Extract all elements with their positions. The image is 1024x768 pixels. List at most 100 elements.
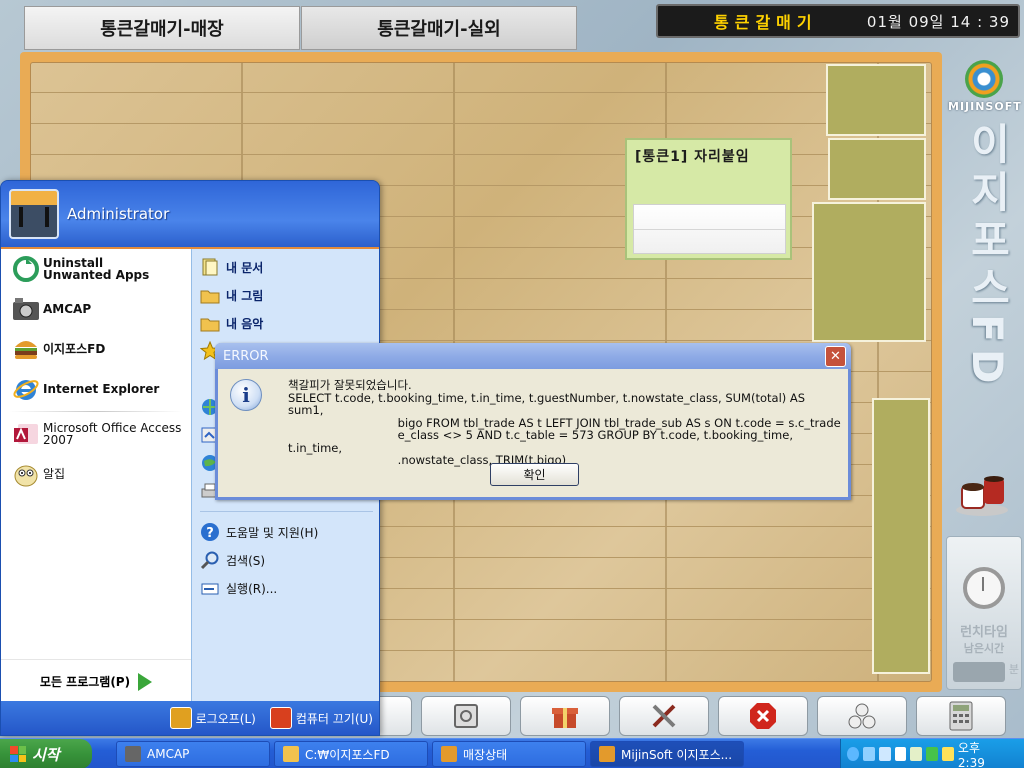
camera-icon bbox=[9, 294, 43, 324]
alarm-clock-icon bbox=[963, 567, 1005, 609]
toolbar-safe-button[interactable] bbox=[421, 696, 511, 736]
start-menu-header: Administrator bbox=[1, 181, 379, 247]
toolbar-people-button[interactable] bbox=[817, 696, 907, 736]
table-title: [통큰1] 자리붙임 bbox=[635, 149, 750, 165]
start-item-my-documents[interactable]: 내 문서 bbox=[192, 253, 379, 281]
toolbar-cancel-button[interactable] bbox=[718, 696, 808, 736]
task-store-status[interactable]: 매장상태 bbox=[432, 741, 586, 767]
start-menu-footer: 로그오프(L) 컴퓨터 끄기(U) bbox=[1, 701, 379, 735]
dialog-title-bar[interactable]: ERROR bbox=[215, 343, 851, 369]
task-amcap[interactable]: AMCAP bbox=[116, 741, 270, 767]
lunch-subtitle: 남은시간 bbox=[963, 642, 1005, 655]
shutdown-label: 컴퓨터 끄기(U) bbox=[295, 711, 373, 726]
all-programs-label: 모든 프로그램(P) bbox=[39, 675, 131, 689]
tray-arrow-icon[interactable] bbox=[847, 747, 859, 761]
tray-speaker-icon[interactable] bbox=[894, 747, 907, 761]
start-item-access[interactable]: Microsoft Office Access 2007 bbox=[1, 414, 191, 454]
system-tray: 오후 2:39 bbox=[840, 739, 1024, 768]
green-arrow-icon bbox=[138, 672, 153, 691]
burger-icon bbox=[441, 746, 457, 762]
table-slot[interactable] bbox=[828, 138, 926, 200]
start-item-label: 검색(S) bbox=[226, 553, 266, 568]
svg-text:?: ? bbox=[206, 526, 214, 541]
close-icon: ✕ bbox=[830, 349, 841, 364]
start-item-search[interactable]: 검색(S) bbox=[192, 546, 379, 574]
lunch-remaining-field bbox=[953, 662, 1006, 682]
toolbar-calculator-button[interactable] bbox=[916, 696, 1006, 736]
tray-monitor-icon[interactable] bbox=[878, 747, 891, 761]
start-item-easypos[interactable]: 이지포스FD bbox=[1, 329, 191, 369]
help-icon: ? bbox=[198, 521, 222, 543]
toolbar-tools-button[interactable] bbox=[619, 696, 709, 736]
task-folder[interactable]: C:₩이지포스FD bbox=[274, 741, 428, 767]
ok-button[interactable]: 확인 bbox=[490, 463, 579, 486]
shutdown-button[interactable]: 컴퓨터 끄기(U) bbox=[269, 707, 373, 729]
brand-vertical-title: 이지포스FD bbox=[963, 122, 1012, 390]
windows-flag-icon bbox=[10, 746, 26, 762]
search-icon bbox=[198, 549, 222, 571]
tab-outdoor[interactable]: 통큰갈매기-실외 bbox=[301, 6, 577, 50]
start-item-internet-explorer[interactable]: Internet Explorer bbox=[1, 369, 191, 409]
task-mijinsoft[interactable]: MijinSoft 이지포스... bbox=[590, 741, 744, 767]
ie-icon bbox=[9, 374, 43, 404]
table-slot[interactable] bbox=[872, 398, 930, 674]
table-tonk1[interactable]: [통큰1] 자리붙임 bbox=[625, 138, 792, 260]
mijinsoft-logo-icon bbox=[965, 60, 1003, 98]
access-icon bbox=[9, 419, 43, 449]
task-label: MijinSoft 이지포스... bbox=[621, 747, 733, 762]
tab-store[interactable]: 통큰갈매기-매장 bbox=[24, 6, 300, 50]
clock-bar: 통큰갈매기 01월 09일 14 : 39 bbox=[656, 4, 1020, 38]
table-info-box bbox=[633, 204, 786, 254]
burger-icon bbox=[9, 334, 43, 364]
start-item-my-music[interactable]: 내 음악 bbox=[192, 309, 379, 337]
start-item-label: Microsoft Office Access 2007 bbox=[43, 421, 182, 447]
ok-label: 확인 bbox=[523, 468, 546, 482]
gift-icon bbox=[552, 708, 578, 728]
user-avatar-icon bbox=[9, 189, 59, 239]
start-item-label: Uninstall Unwanted Apps bbox=[43, 256, 150, 282]
start-item-alzip[interactable]: 알집 bbox=[1, 454, 191, 494]
tray-v3-icon[interactable] bbox=[926, 747, 939, 761]
logoff-button[interactable]: 로그오프(L) bbox=[169, 707, 256, 729]
task-label: 매장상태 bbox=[463, 747, 508, 762]
start-item-help[interactable]: ? 도움말 및 지원(H) bbox=[192, 518, 379, 546]
documents-icon bbox=[198, 256, 222, 278]
brand-name: MIJINSOFT bbox=[948, 100, 1022, 113]
error-dialog: ERROR ✕ i 책갈피가 잘못되었습니다. SELECT t.code, t… bbox=[215, 343, 851, 500]
pictures-icon bbox=[198, 284, 222, 306]
user-name: Administrator bbox=[67, 205, 170, 223]
start-item-run[interactable]: 실행(R)... bbox=[192, 574, 379, 602]
start-item-label: AMCAP bbox=[43, 302, 92, 316]
music-icon bbox=[198, 312, 222, 334]
start-item-amcap[interactable]: AMCAP bbox=[1, 289, 191, 329]
error-message: 책갈피가 잘못되었습니다. SELECT t.code, t.booking_t… bbox=[288, 378, 841, 467]
burger-icon bbox=[599, 746, 615, 762]
tray-heart-icon[interactable] bbox=[862, 747, 875, 761]
camera-icon bbox=[125, 746, 141, 762]
start-item-my-pictures[interactable]: 내 그림 bbox=[192, 281, 379, 309]
folder-icon bbox=[283, 746, 299, 762]
table-slot[interactable] bbox=[826, 64, 926, 136]
dialog-title: ERROR bbox=[223, 348, 269, 364]
calculator-icon bbox=[949, 701, 973, 731]
all-programs-button[interactable]: 모든 프로그램(P) bbox=[1, 659, 191, 703]
start-menu-programs: Uninstall Unwanted Apps AMCAP 이지포스FD Int… bbox=[1, 249, 191, 703]
tray-clock[interactable]: 오후 2:39 bbox=[958, 739, 1010, 768]
lunch-unit: 분 bbox=[1008, 663, 1019, 676]
start-item-uninstall[interactable]: Uninstall Unwanted Apps bbox=[1, 249, 191, 289]
task-label: C:₩이지포스FD bbox=[305, 747, 390, 762]
store-name: 통큰갈매기 bbox=[714, 13, 818, 32]
tray-tool-icon[interactable] bbox=[910, 747, 923, 761]
start-item-label: 내 문서 bbox=[226, 260, 264, 275]
taskbar: 시작 AMCAP C:₩이지포스FD 매장상태 MijinSoft 이지포스..… bbox=[0, 738, 1024, 768]
start-item-label: 알집 bbox=[43, 467, 66, 481]
task-label: AMCAP bbox=[147, 747, 190, 761]
cancel-icon bbox=[750, 703, 776, 729]
close-button[interactable]: ✕ bbox=[825, 346, 846, 367]
toolbar-gift-button[interactable] bbox=[520, 696, 610, 736]
table-slot[interactable] bbox=[812, 202, 926, 342]
start-item-label: 내 그림 bbox=[226, 288, 264, 303]
start-button[interactable]: 시작 bbox=[0, 739, 92, 768]
logoff-label: 로그오프(L) bbox=[195, 711, 256, 726]
tray-lightning-icon[interactable] bbox=[942, 747, 954, 761]
